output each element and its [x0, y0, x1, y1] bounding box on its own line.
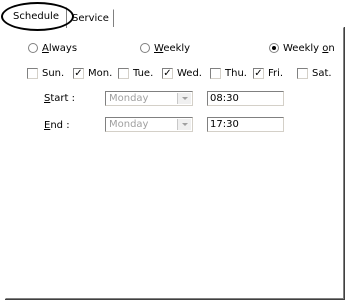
chevron-down-icon[interactable] — [177, 119, 191, 130]
checkbox-box — [27, 67, 38, 79]
end-day-select[interactable]: Monday — [105, 117, 193, 132]
start-day-select[interactable]: Monday — [105, 91, 193, 106]
checkbox-sat-label: Sat. — [312, 67, 332, 79]
checkbox-sun-label: Sun. — [42, 67, 65, 79]
checkbox-tue[interactable]: Tue. — [118, 66, 153, 80]
checkbox-thu-label: Thu. — [225, 67, 247, 79]
start-time-input[interactable] — [207, 91, 284, 106]
radio-weekly-on[interactable]: Weekly on — [269, 41, 335, 55]
checkbox-thu[interactable]: Thu. — [210, 66, 247, 80]
radio-always-label: Always — [42, 42, 78, 54]
radio-weekly[interactable]: Weekly — [140, 41, 190, 55]
checkbox-box — [210, 67, 221, 79]
tab-schedule-label: Schedule — [13, 11, 59, 22]
radio-weekly-label: Weekly — [154, 42, 191, 54]
radio-circle-selected — [269, 43, 279, 53]
checkbox-tue-label: Tue. — [133, 67, 154, 79]
check-icon: ✓ — [253, 67, 264, 79]
end-day-value: Monday — [109, 119, 149, 130]
tab-schedule[interactable]: Schedule — [5, 7, 67, 28]
checkbox-box — [118, 67, 129, 79]
radio-always[interactable]: Always — [28, 41, 77, 55]
checkbox-wed[interactable]: ✓ Wed. — [162, 66, 202, 80]
end-label: End : — [44, 120, 70, 131]
checkbox-fri-label: Fri. — [268, 67, 284, 79]
tab-service[interactable]: Service — [67, 9, 114, 27]
checkbox-wed-label: Wed. — [177, 67, 202, 79]
tab-service-label: Service — [72, 13, 109, 24]
end-time-input[interactable] — [207, 117, 284, 132]
start-label: Start : — [44, 93, 75, 104]
checkbox-sat[interactable]: Sat. — [297, 66, 332, 80]
checkbox-mon[interactable]: ✓ Mon. — [73, 66, 112, 80]
check-icon: ✓ — [162, 67, 173, 79]
radio-circle — [28, 43, 38, 53]
checkbox-box — [297, 67, 308, 79]
start-day-value: Monday — [109, 93, 149, 104]
checkbox-sun[interactable]: Sun. — [27, 66, 64, 80]
radio-weekly-on-label: Weekly on — [283, 42, 335, 54]
radio-circle — [140, 43, 150, 53]
chevron-down-icon[interactable] — [177, 93, 191, 104]
checkbox-fri[interactable]: ✓ Fri. — [253, 66, 283, 80]
check-icon: ✓ — [73, 67, 84, 79]
checkbox-mon-label: Mon. — [88, 67, 113, 79]
